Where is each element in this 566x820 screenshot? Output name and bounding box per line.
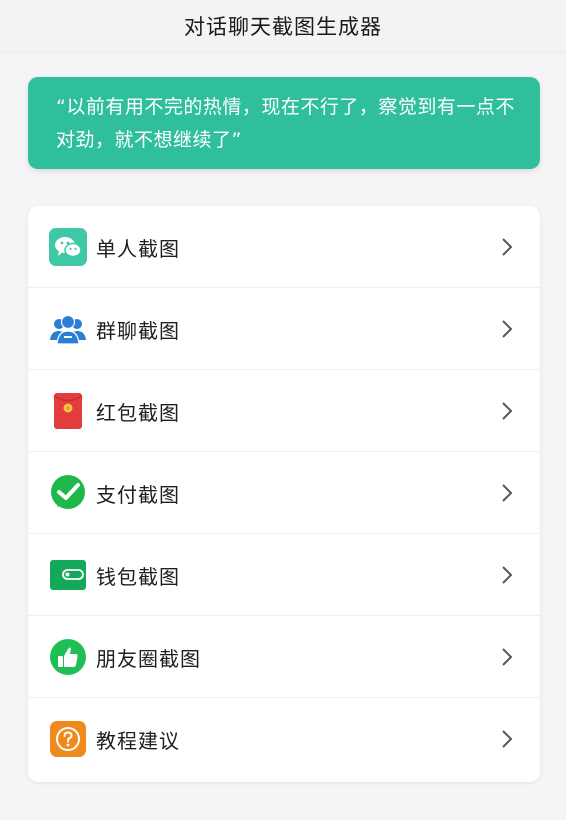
menu-item-red-envelope[interactable]: 红包截图: [28, 370, 540, 452]
help-question-icon: [49, 720, 87, 758]
menu-list: 单人截图 群聊截图 红包截图 支付截图 钱包截图 朋友圈截图 教程建议: [28, 206, 540, 782]
menu-item-tutorial[interactable]: 教程建议: [28, 698, 540, 780]
menu-item-label: 教程建议: [96, 728, 180, 753]
title-bar: 对话聊天截图生成器: [0, 0, 566, 53]
menu-item-label: 朋友圈截图: [96, 646, 201, 671]
red-envelope-icon: [49, 392, 87, 430]
chevron-right-icon: [502, 320, 513, 338]
menu-item-label: 红包截图: [96, 400, 180, 425]
menu-item-payment[interactable]: 支付截图: [28, 452, 540, 534]
chevron-right-icon: [502, 238, 513, 256]
chevron-right-icon: [502, 730, 513, 748]
chevron-right-icon: [502, 566, 513, 584]
wechat-chat-icon: [49, 228, 87, 266]
menu-item-label: 群聊截图: [96, 318, 180, 343]
wallet-icon: [49, 556, 87, 594]
quote-text: “以前有用不完的热情，现在不行了，察觉到有一点不对劲，就不想继续了”: [56, 96, 515, 151]
menu-item-label: 钱包截图: [96, 564, 180, 589]
group-people-icon: [49, 310, 87, 348]
chevron-right-icon: [502, 402, 513, 420]
menu-item-wallet[interactable]: 钱包截图: [28, 534, 540, 616]
menu-item-single-chat[interactable]: 单人截图: [28, 206, 540, 288]
quote-banner: “以前有用不完的热情，现在不行了，察觉到有一点不对劲，就不想继续了”: [28, 77, 540, 169]
page-title: 对话聊天截图生成器: [184, 15, 382, 39]
chevron-right-icon: [502, 484, 513, 502]
menu-item-moments[interactable]: 朋友圈截图: [28, 616, 540, 698]
menu-item-label: 支付截图: [96, 482, 180, 507]
menu-item-group-chat[interactable]: 群聊截图: [28, 288, 540, 370]
moments-thumbs-up-icon: [49, 638, 87, 676]
payment-check-icon: [49, 474, 87, 512]
chevron-right-icon: [502, 648, 513, 666]
menu-item-label: 单人截图: [96, 236, 180, 261]
